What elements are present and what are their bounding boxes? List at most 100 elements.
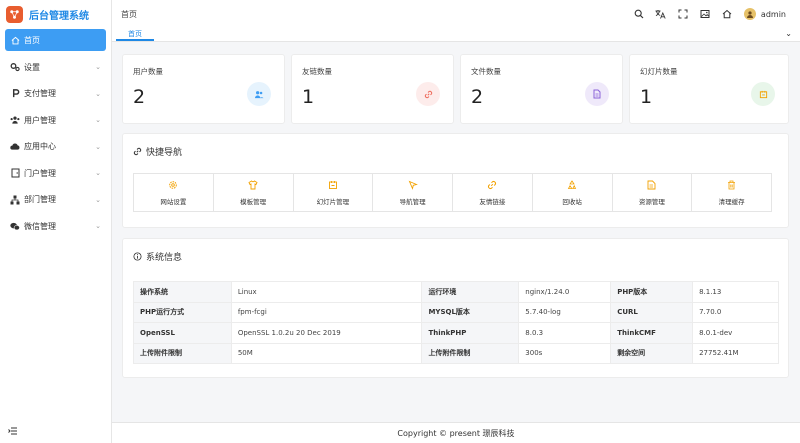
quick-nav-title: 快捷导航 <box>133 145 182 158</box>
info-value: 300s <box>518 342 612 364</box>
stat-card-files: 文件数量 2 <box>460 54 623 124</box>
quick-nav-label: 资源管理 <box>638 197 665 206</box>
sidebar-item-users[interactable]: 用户管理 ⌄ <box>0 107 111 134</box>
sidebar-item-label: 微信管理 <box>24 221 56 231</box>
quick-nav-navigation[interactable]: 导航管理 <box>372 173 453 212</box>
brand[interactable]: 后台管理系统 <box>0 0 111 28</box>
collapse-sidebar-icon[interactable] <box>8 427 17 437</box>
info-value: Linux <box>230 281 423 303</box>
info-key: MYSQL版本 <box>421 301 520 323</box>
shirt-icon <box>248 179 258 190</box>
tab-home[interactable]: 首页 <box>116 29 154 41</box>
stat-card-users: 用户数量 2 <box>122 54 285 124</box>
quick-nav-label: 友情链接 <box>479 197 506 206</box>
info-value: OpenSSL 1.0.2u 20 Dec 2019 <box>230 322 423 344</box>
stat-value: 2 <box>471 86 484 108</box>
chevron-down-icon: ⌄ <box>95 169 101 178</box>
link-icon <box>487 180 497 190</box>
copyright-text: Copyright © present 璟辰科技 <box>397 429 515 438</box>
info-key: PHP运行方式 <box>133 301 232 323</box>
sidebar-item-label: 门户管理 <box>24 168 56 178</box>
stat-label: 幻灯片数量 <box>640 67 678 76</box>
info-key: 操作系统 <box>133 281 232 303</box>
table-row: OpenSSL OpenSSL 1.0.2u 20 Dec 2019 Think… <box>133 322 779 344</box>
chevron-down-icon: ⌄ <box>95 89 101 98</box>
info-value: 8.0.3 <box>518 322 612 344</box>
quick-nav-slides[interactable]: 幻灯片管理 <box>292 173 374 212</box>
sidebar-item-settings[interactable]: 设置 ⌄ <box>0 54 111 81</box>
sidebar-item-payment[interactable]: 支付管理 ⌄ <box>0 81 111 108</box>
section-title-text: 快捷导航 <box>146 148 183 158</box>
sidebar-item-label: 设置 <box>24 62 40 72</box>
file-icon <box>585 82 609 106</box>
breadcrumb[interactable]: 首页 <box>121 9 137 20</box>
sidebar-menu: 首页 设置 ⌄ 支付管理 ⌄ 用户管理 ⌄ 应用中心 ⌄ 门户管理 ⌄ 部门管理… <box>0 29 111 240</box>
sidebar-item-home[interactable]: 首页 <box>5 29 106 51</box>
section-title-text: 系统信息 <box>146 253 183 263</box>
sidebar-item-portal[interactable]: 门户管理 ⌄ <box>0 160 111 187</box>
info-key: 上传附件限制 <box>133 342 232 364</box>
stat-card-links: 友链数量 1 <box>291 54 454 124</box>
info-value: 27752.41M <box>692 342 779 364</box>
home-icon <box>10 35 20 45</box>
quick-nav-clear-cache[interactable]: 清理缓存 <box>691 173 772 212</box>
chevron-down-icon[interactable]: ⌄ <box>785 29 792 38</box>
chevron-down-icon: ⌄ <box>95 116 101 125</box>
quick-nav-label: 回收站 <box>562 197 582 206</box>
system-info-table: 操作系统 Linux 运行环境 nginx/1.24.0 PHP版本 8.1.1… <box>133 281 779 364</box>
sidebar-item-label: 用户管理 <box>24 115 56 125</box>
avatar[interactable] <box>743 8 756 20</box>
quick-nav-label: 幻灯片管理 <box>316 197 350 206</box>
quick-nav-resources[interactable]: 资源管理 <box>611 173 693 212</box>
sidebar-item-label: 应用中心 <box>24 142 56 152</box>
payment-icon <box>10 89 20 99</box>
quick-nav-label: 网站设置 <box>160 197 187 206</box>
quick-nav-links[interactable]: 友情链接 <box>452 173 533 212</box>
quick-nav-grid: 网站设置 模板管理 幻灯片管理 导航管理 友情链接 回收站 资源管理 清理缓存 <box>133 173 779 212</box>
username[interactable]: admin <box>761 10 786 19</box>
link-icon <box>133 147 142 156</box>
chevron-down-icon: ⌄ <box>95 222 101 231</box>
info-key: OpenSSL <box>133 322 232 344</box>
sidebar-item-apps[interactable]: 应用中心 ⌄ <box>0 134 111 161</box>
info-value: 8.0.1-dev <box>692 322 779 344</box>
cloud-icon <box>10 142 20 152</box>
translate-icon[interactable] <box>650 3 672 25</box>
info-icon <box>133 252 142 261</box>
system-info-title: 系统信息 <box>133 250 182 263</box>
quick-nav-templates[interactable]: 模板管理 <box>212 173 294 212</box>
stat-value: 1 <box>640 86 653 108</box>
users-icon <box>247 82 271 106</box>
page-footer: Copyright © present 璟辰科技 <box>112 422 800 443</box>
info-value: nginx/1.24.0 <box>518 281 612 303</box>
info-key: 剩余空间 <box>610 342 694 364</box>
slides-icon <box>328 180 338 190</box>
trash-icon <box>727 180 737 190</box>
quick-nav-recycle-bin[interactable]: 回收站 <box>531 173 613 212</box>
info-value: 8.1.13 <box>692 281 779 303</box>
fullscreen-icon[interactable] <box>672 3 694 25</box>
info-key: 上传附件限制 <box>421 342 520 364</box>
portal-icon <box>10 168 20 178</box>
stat-value: 1 <box>302 86 315 108</box>
slides-icon <box>751 82 775 106</box>
header-tools: admin <box>628 0 786 28</box>
sidebar-item-departments[interactable]: 部门管理 ⌄ <box>0 187 111 214</box>
link-icon <box>416 82 440 106</box>
home-icon[interactable] <box>716 3 738 25</box>
search-icon[interactable] <box>628 3 650 25</box>
sidebar-item-wechat[interactable]: 微信管理 ⌄ <box>0 213 111 240</box>
quick-nav-label: 模板管理 <box>240 197 267 206</box>
tabs-bar: 首页 ⌄ <box>112 28 800 42</box>
info-key: ThinkPHP <box>421 322 520 344</box>
info-value: 7.70.0 <box>692 301 779 323</box>
org-icon <box>10 195 20 205</box>
table-row: 操作系统 Linux 运行环境 nginx/1.24.0 PHP版本 8.1.1… <box>133 281 779 303</box>
recycle-icon <box>567 179 577 190</box>
image-icon[interactable] <box>694 3 716 25</box>
quick-nav-label: 导航管理 <box>399 197 426 206</box>
quick-nav-site-settings[interactable]: 网站设置 <box>133 173 214 212</box>
sidebar-item-label: 支付管理 <box>24 89 56 99</box>
wechat-icon <box>10 221 20 231</box>
stat-label: 友链数量 <box>302 67 332 76</box>
